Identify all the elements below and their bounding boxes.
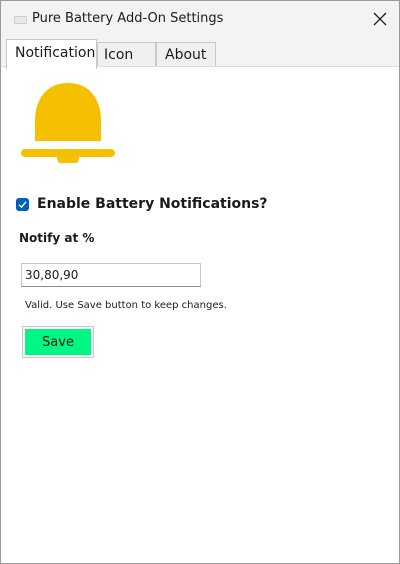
- title-bar: Pure Battery Add-On Settings: [1, 1, 399, 37]
- settings-window: Pure Battery Add-On Settings Notificatio…: [0, 0, 400, 564]
- app-icon: [14, 16, 27, 24]
- notify-at-label: Notify at %: [19, 231, 95, 245]
- enable-notifications-checkbox[interactable]: [16, 198, 29, 211]
- enable-notifications-label[interactable]: Enable Battery Notifications?: [37, 196, 268, 212]
- tab-strip: Notification Icon About: [1, 37, 399, 69]
- tab-notification-label: Notification: [15, 45, 96, 61]
- notify-percent-input[interactable]: [21, 263, 201, 287]
- window-title: Pure Battery Add-On Settings: [32, 11, 224, 26]
- tab-about-label: About: [165, 47, 207, 63]
- tab-icon-label: Icon: [104, 47, 134, 63]
- tab-icon[interactable]: Icon: [97, 42, 156, 68]
- save-button[interactable]: Save: [22, 326, 94, 358]
- close-icon: [373, 12, 387, 26]
- bell-icon: [21, 83, 115, 163]
- tab-about[interactable]: About: [156, 42, 216, 68]
- checkmark-icon: [18, 201, 27, 209]
- close-button[interactable]: [365, 4, 395, 34]
- tab-notification[interactable]: Notification: [6, 39, 97, 69]
- validation-status: Valid. Use Save button to keep changes.: [25, 300, 227, 311]
